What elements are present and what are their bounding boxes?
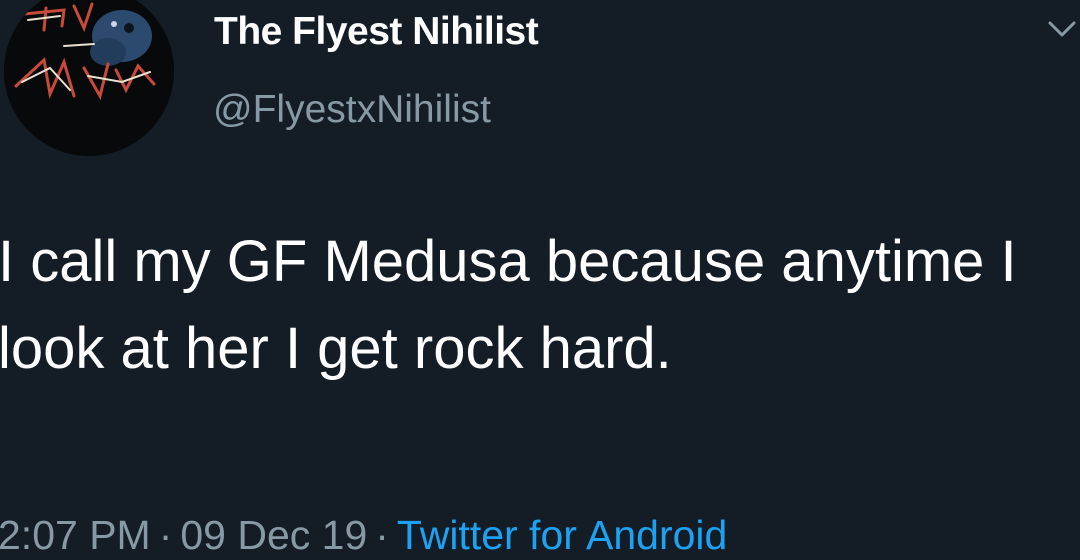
chevron-down-icon[interactable] — [1044, 14, 1080, 44]
tweet-time[interactable]: 2:07 PM — [0, 512, 151, 558]
tweet-date[interactable]: 09 Dec 19 — [180, 512, 367, 558]
tweet-text: I call my GF Medusa because anytime I lo… — [0, 229, 1017, 381]
band-logo-avatar-icon — [4, 0, 174, 156]
meta-separator: · — [158, 512, 173, 558]
author-display-name[interactable]: The Flyest Nihilist — [214, 10, 539, 54]
tweet-meta: 2:07 PM · 09 Dec 19 · Twitter for Android — [0, 512, 727, 559]
tweet-source-link[interactable]: Twitter for Android — [397, 512, 727, 558]
tweet: The Flyest Nihilist @FlyestxNihilist I c… — [0, 0, 1080, 560]
avatar[interactable] — [4, 0, 174, 156]
author-handle[interactable]: @FlyestxNihilist — [213, 88, 491, 132]
meta-separator: · — [375, 512, 389, 558]
